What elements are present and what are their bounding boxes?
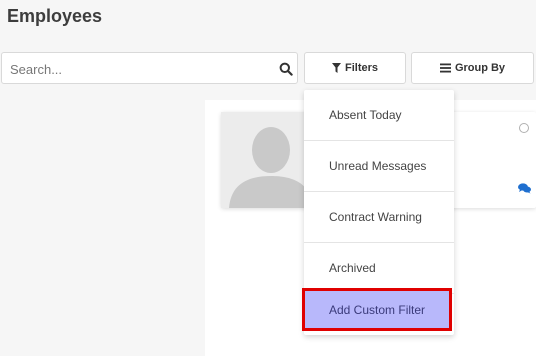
filter-icon — [331, 63, 341, 73]
menu-item-label: Archived — [329, 261, 376, 275]
menu-item-contract-warning[interactable]: Contract Warning — [304, 192, 454, 243]
search-box[interactable] — [1, 52, 298, 85]
group-by-button[interactable]: Group By — [411, 52, 534, 84]
menu-item-unread-messages[interactable]: Unread Messages — [304, 141, 454, 192]
menu-item-absent-today[interactable]: Absent Today — [304, 90, 454, 141]
page-title: Employees — [7, 6, 103, 26]
search-icon[interactable] — [279, 62, 293, 76]
menu-item-add-custom-filter[interactable]: Add Custom Filter — [302, 288, 452, 331]
filters-button-label: Filters — [344, 62, 378, 74]
menu-item-label: Absent Today — [329, 108, 402, 122]
chat-icon[interactable] — [518, 181, 531, 199]
status-circle-icon — [519, 123, 529, 133]
group-by-button-label: Group By — [454, 62, 506, 74]
list-icon — [439, 63, 451, 73]
filters-button[interactable]: Filters — [304, 52, 406, 84]
menu-item-label: Unread Messages — [329, 159, 427, 173]
filters-dropdown-menu: Absent Today Unread Messages Contract Wa… — [302, 90, 454, 335]
search-input[interactable] — [8, 53, 272, 85]
menu-item-label: Contract Warning — [329, 210, 422, 224]
menu-item-label: Add Custom Filter — [329, 302, 426, 317]
menu-item-archived[interactable]: Archived — [304, 243, 454, 294]
